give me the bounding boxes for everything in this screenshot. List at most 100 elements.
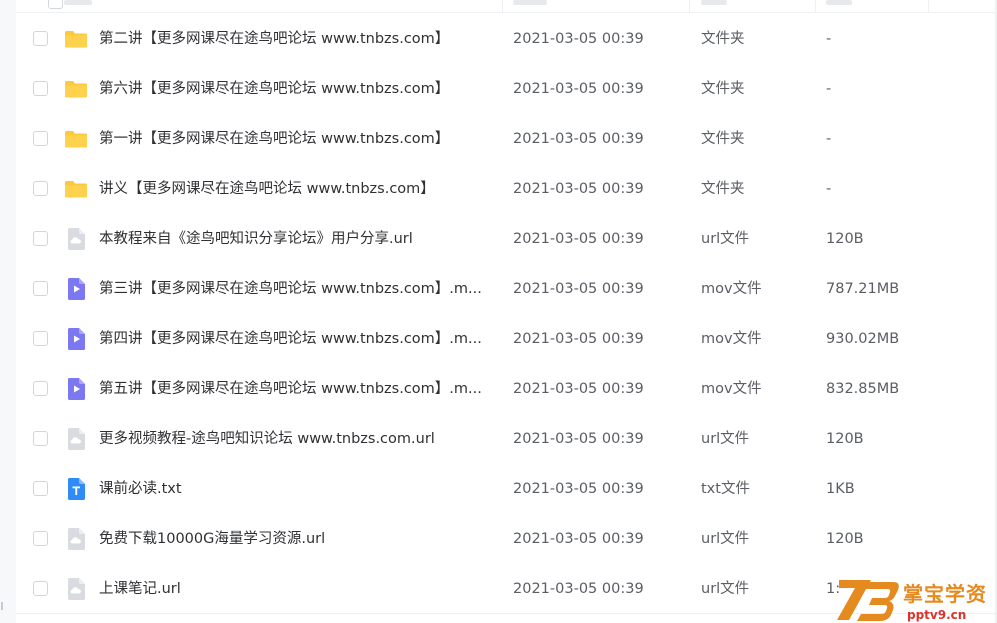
file-name[interactable]: 第四讲【更多网课尽在途鸟吧论坛 www.tnbzs.com】.m... [99, 330, 499, 349]
file-row[interactable]: 第四讲【更多网课尽在途鸟吧论坛 www.tnbzs.com】.m... 2021-… [16, 314, 995, 364]
file-size: 120B [826, 431, 864, 447]
file-name[interactable]: 第三讲【更多网课尽在途鸟吧论坛 www.tnbzs.com】.m... [99, 280, 499, 299]
file-row[interactable]: 本教程来自《途鸟吧知识分享论坛》用户分享.url 2021-03-05 00:39… [16, 214, 995, 264]
file-size: 1KB [826, 481, 855, 497]
header-divider-end [928, 0, 929, 12]
row-checkbox[interactable] [33, 431, 48, 446]
file-date: 2021-03-05 00:39 [513, 81, 644, 97]
row-checkbox[interactable] [33, 381, 48, 396]
header-date-stub[interactable] [513, 0, 547, 5]
url-file-icon [64, 527, 88, 551]
row-checkbox[interactable] [33, 531, 48, 546]
file-type: mov文件 [701, 281, 762, 297]
file-date: 2021-03-05 00:39 [513, 381, 644, 397]
file-date: 2021-03-05 00:39 [513, 231, 644, 247]
left-edge-strip [0, 0, 16, 623]
file-name[interactable]: 第六讲【更多网课尽在途鸟吧论坛 www.tnbzs.com】 [99, 80, 499, 99]
folder-icon [64, 127, 88, 151]
row-checkbox[interactable] [33, 481, 48, 496]
file-name[interactable]: 本教程来自《途鸟吧知识分享论坛》用户分享.url [99, 230, 499, 249]
file-name[interactable]: 免费下载10000G海量学习资源.url [99, 530, 499, 549]
file-date: 2021-03-05 00:39 [513, 31, 644, 47]
folder-icon [64, 177, 88, 201]
file-list-page: 第二讲【更多网课尽在途鸟吧论坛 www.tnbzs.com】 2021-03-05… [0, 0, 997, 623]
file-type: url文件 [701, 231, 750, 247]
file-row[interactable]: 第一讲【更多网课尽在途鸟吧论坛 www.tnbzs.com】 2021-03-05… [16, 114, 995, 164]
file-row[interactable]: 课前必读.txt 2021-03-05 00:39 txt文件 1KB [16, 464, 995, 514]
row-checkbox[interactable] [33, 231, 48, 246]
watermark: 73 掌宝学资 pptv9.cn [835, 572, 997, 623]
file-row[interactable]: 第五讲【更多网课尽在途鸟吧论坛 www.tnbzs.com】.m... 2021-… [16, 364, 995, 414]
video-file-icon [64, 327, 88, 351]
row-checkbox[interactable] [33, 281, 48, 296]
header-divider-size [815, 0, 816, 12]
file-name[interactable]: 第二讲【更多网课尽在途鸟吧论坛 www.tnbzs.com】 [99, 30, 499, 49]
header-divider-date [502, 0, 503, 12]
file-size: 787.21MB [826, 281, 900, 297]
video-file-icon [64, 377, 88, 401]
video-file-icon [64, 277, 88, 301]
watermark-text: 掌宝学资 [903, 582, 987, 606]
table-header [16, 0, 995, 13]
file-size: 120B [826, 531, 864, 547]
file-type: mov文件 [701, 331, 762, 347]
file-row[interactable]: 第六讲【更多网课尽在途鸟吧论坛 www.tnbzs.com】 2021-03-05… [16, 64, 995, 114]
file-size: 120B [826, 231, 864, 247]
select-all-checkbox[interactable] [48, 0, 63, 9]
file-name[interactable]: 第五讲【更多网课尽在途鸟吧论坛 www.tnbzs.com】.m... [99, 380, 499, 399]
watermark-url: pptv9.cn [907, 608, 967, 622]
folder-icon [64, 77, 88, 101]
row-checkbox[interactable] [33, 581, 48, 596]
row-checkbox[interactable] [33, 181, 48, 196]
file-date: 2021-03-05 00:39 [513, 331, 644, 347]
watermark-logo-text: 73 [835, 574, 837, 575]
header-name-stub[interactable] [64, 0, 92, 5]
file-type: url文件 [701, 431, 750, 447]
file-row[interactable]: 更多视频教程-途鸟吧知识论坛 www.tnbzs.com.url 2021-03-… [16, 414, 995, 464]
row-checkbox[interactable] [33, 131, 48, 146]
file-type: 文件夹 [701, 131, 745, 147]
file-row[interactable]: 第三讲【更多网课尽在途鸟吧论坛 www.tnbzs.com】.m... 2021-… [16, 264, 995, 314]
file-date: 2021-03-05 00:39 [513, 181, 644, 197]
header-type-stub[interactable] [701, 0, 727, 5]
row-checkbox[interactable] [33, 81, 48, 96]
file-name[interactable]: 上课笔记.url [99, 580, 499, 599]
file-type: url文件 [701, 581, 750, 597]
file-size: 832.85MB [826, 381, 900, 397]
header-size-stub[interactable] [826, 0, 852, 5]
file-row[interactable]: 第二讲【更多网课尽在途鸟吧论坛 www.tnbzs.com】 2021-03-05… [16, 14, 995, 64]
row-checkbox[interactable] [33, 331, 48, 346]
file-date: 2021-03-05 00:39 [513, 431, 644, 447]
file-size: - [826, 181, 832, 197]
text-file-icon [64, 477, 88, 501]
file-name[interactable]: 讲义【更多网课尽在途鸟吧论坛 www.tnbzs.com】 [99, 180, 499, 199]
file-name[interactable]: 更多视频教程-途鸟吧知识论坛 www.tnbzs.com.url [99, 430, 499, 449]
file-date: 2021-03-05 00:39 [513, 131, 644, 147]
header-divider-type [689, 0, 690, 12]
file-type: 文件夹 [701, 31, 745, 47]
file-size: - [826, 131, 832, 147]
file-size: - [826, 81, 832, 97]
scroll-marker [1, 602, 3, 610]
file-type: mov文件 [701, 381, 762, 397]
file-size: 930.02MB [826, 331, 900, 347]
file-date: 2021-03-05 00:39 [513, 531, 644, 547]
row-checkbox[interactable] [33, 31, 48, 46]
file-list: 第二讲【更多网课尽在途鸟吧论坛 www.tnbzs.com】 2021-03-05… [16, 14, 995, 614]
watermark-logo-icon: 73 [835, 574, 899, 621]
file-row[interactable]: 免费下载10000G海量学习资源.url 2021-03-05 00:39 url文… [16, 514, 995, 564]
file-type: 文件夹 [701, 181, 745, 197]
url-file-icon [64, 427, 88, 451]
file-row[interactable]: 讲义【更多网课尽在途鸟吧论坛 www.tnbzs.com】 2021-03-05 … [16, 164, 995, 214]
file-date: 2021-03-05 00:39 [513, 481, 644, 497]
file-name[interactable]: 第一讲【更多网课尽在途鸟吧论坛 www.tnbzs.com】 [99, 130, 499, 149]
file-size: - [826, 31, 832, 47]
file-type: 文件夹 [701, 81, 745, 97]
file-date: 2021-03-05 00:39 [513, 581, 644, 597]
file-date: 2021-03-05 00:39 [513, 281, 644, 297]
file-type: txt文件 [701, 481, 750, 497]
url-file-icon [64, 577, 88, 601]
folder-icon [64, 27, 88, 51]
file-name[interactable]: 课前必读.txt [99, 480, 499, 499]
file-type: url文件 [701, 531, 750, 547]
